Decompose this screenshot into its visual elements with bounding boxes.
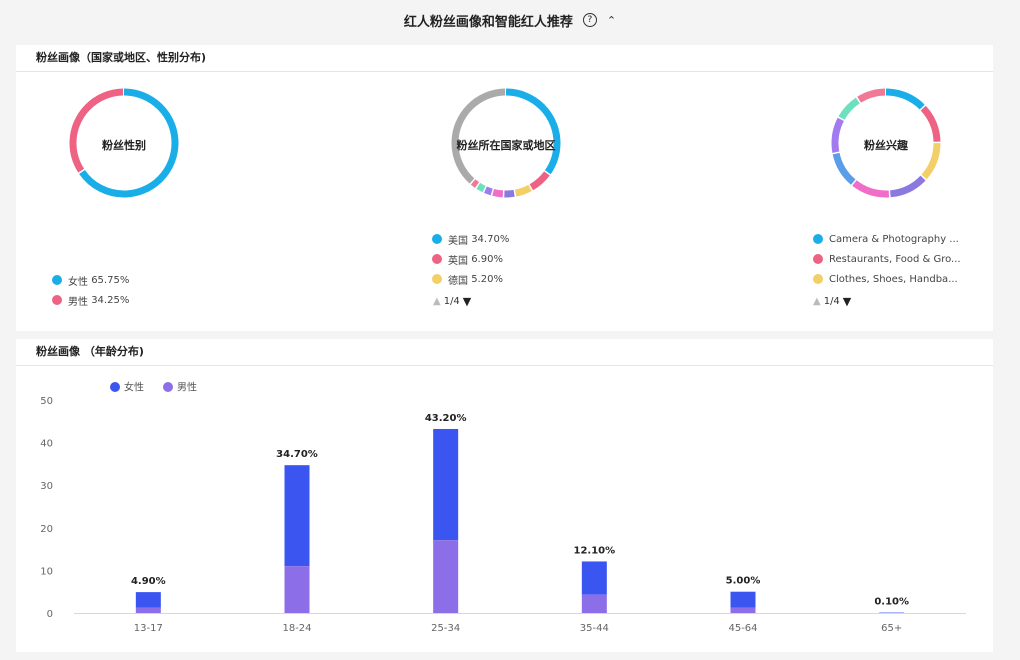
legend-value: 5.20% bbox=[471, 273, 503, 285]
legend-item: 英国 6.90% bbox=[432, 249, 509, 269]
geo-gender-panel: 粉丝画像（国家或地区、性别分布) 粉丝性别 女性 65.75% 男性 34.25… bbox=[16, 45, 993, 331]
legend-label: 男性 bbox=[177, 381, 197, 394]
legend-dot bbox=[432, 274, 442, 284]
legend-value: 34.70% bbox=[471, 233, 510, 245]
legend-item: 男性 34.25% bbox=[52, 290, 129, 310]
legend-dot bbox=[813, 234, 823, 244]
legend-dot bbox=[813, 254, 823, 264]
bar-male[interactable] bbox=[730, 607, 756, 613]
interest-donut-label: 粉丝兴趣 bbox=[864, 139, 908, 152]
country-donut-label: 粉丝所在国家或地区 bbox=[456, 139, 556, 152]
legend-label: 女性 bbox=[124, 381, 144, 394]
country-donut: 粉丝所在国家或地区 bbox=[448, 85, 564, 201]
pager-page: 1/4 bbox=[823, 296, 840, 307]
legend-dot bbox=[52, 295, 62, 305]
bar-total-label: 34.70% bbox=[276, 449, 318, 460]
legend-dot bbox=[813, 274, 823, 284]
bar-total-label: 5.00% bbox=[726, 576, 761, 587]
gender-donut: 粉丝性别 bbox=[66, 85, 182, 201]
legend-label: 美国 bbox=[448, 235, 468, 247]
interest-donut: 粉丝兴趣 bbox=[828, 85, 944, 201]
legend-item: 女性 65.75% bbox=[52, 270, 129, 290]
section-header: 红人粉丝画像和智能红人推荐 ? ⌃ bbox=[0, 0, 1020, 40]
bar-female[interactable] bbox=[581, 561, 607, 595]
legend-item: Restaurants, Food & Gro... bbox=[813, 249, 963, 269]
y-tick-label: 30 bbox=[40, 481, 53, 492]
interest-legend: Camera & Photography ... Restaurants, Fo… bbox=[813, 229, 963, 289]
x-tick-label: 18-24 bbox=[282, 623, 311, 634]
pager-next-icon[interactable]: ▼ bbox=[843, 295, 851, 308]
y-tick-label: 50 bbox=[40, 396, 53, 407]
y-tick-label: 10 bbox=[40, 566, 53, 577]
age-bar-chart: 女性 男性 0 10 20 30 40 50 4.90% 13-17 34.70% 18-24 43.2… bbox=[40, 381, 966, 634]
country-legend: 美国 34.70% 英国 6.90% 德国 5.20% bbox=[432, 229, 509, 289]
bar-total-label: 12.10% bbox=[574, 545, 616, 556]
bar-total-label: 0.10% bbox=[874, 597, 909, 608]
legend-item: 美国 34.70% bbox=[432, 229, 509, 249]
bar-female[interactable] bbox=[433, 428, 459, 541]
bar-female[interactable] bbox=[135, 592, 161, 608]
legend-item: Clothes, Shoes, Handba... bbox=[813, 269, 963, 289]
legend-item: Camera & Photography ... bbox=[813, 229, 963, 249]
legend-item: 德国 5.20% bbox=[432, 269, 509, 289]
legend-dot bbox=[52, 275, 62, 285]
y-tick-label: 20 bbox=[40, 524, 53, 535]
age-panel: 粉丝画像 （年龄分布) 女性 男性 0 10 20 30 40 50 4.90% 13-17 34.… bbox=[16, 339, 993, 652]
legend-label: Camera & Photography ... bbox=[829, 233, 959, 245]
chevron-up-icon[interactable]: ⌃ bbox=[607, 14, 616, 27]
x-tick-label: 35-44 bbox=[580, 623, 609, 634]
pager-page: 1/4 bbox=[443, 296, 460, 307]
bar-male[interactable] bbox=[433, 540, 459, 613]
pager-next-icon[interactable]: ▼ bbox=[463, 295, 471, 308]
legend-label: 男性 bbox=[68, 296, 88, 308]
section-title: 红人粉丝画像和智能红人推荐 bbox=[403, 14, 573, 30]
interest-pager: ▲ 1/4 ▼ bbox=[813, 295, 851, 308]
bar-female[interactable] bbox=[284, 465, 310, 567]
pager-prev-icon[interactable]: ▲ bbox=[813, 296, 821, 307]
bar-female[interactable] bbox=[730, 591, 756, 608]
help-icon[interactable]: ? bbox=[582, 13, 597, 27]
legend-label: 德国 bbox=[448, 275, 468, 287]
legend-label: 女性 bbox=[68, 276, 88, 288]
legend-dot bbox=[163, 382, 173, 392]
country-pager: ▲ 1/4 ▼ bbox=[433, 295, 471, 308]
legend-value: 65.75% bbox=[91, 274, 130, 286]
x-tick-label: 25-34 bbox=[431, 623, 460, 634]
bar-male[interactable] bbox=[135, 607, 161, 613]
gender-legend: 女性 65.75% 男性 34.25% bbox=[52, 270, 129, 310]
legend-label: 英国 bbox=[448, 255, 468, 267]
bar-male[interactable] bbox=[284, 566, 310, 613]
legend-label: Clothes, Shoes, Handba... bbox=[829, 273, 958, 285]
legend-label: Restaurants, Food & Gro... bbox=[829, 253, 961, 265]
bar-male[interactable] bbox=[581, 594, 607, 613]
y-tick-label: 0 bbox=[47, 609, 53, 620]
bar-total-label: 43.20% bbox=[425, 413, 467, 424]
panel-title: 粉丝画像（国家或地区、性别分布) bbox=[16, 45, 993, 72]
x-tick-label: 45-64 bbox=[728, 623, 757, 634]
legend-dot bbox=[432, 254, 442, 264]
x-tick-label: 13-17 bbox=[134, 623, 163, 634]
legend-dot bbox=[110, 382, 120, 392]
y-tick-label: 40 bbox=[40, 439, 53, 450]
legend-value: 6.90% bbox=[471, 253, 503, 265]
x-tick-label: 65+ bbox=[881, 623, 902, 634]
legend-dot bbox=[432, 234, 442, 244]
pager-prev-icon[interactable]: ▲ bbox=[433, 296, 441, 307]
bar-total-label: 4.90% bbox=[131, 576, 166, 587]
gender-donut-label: 粉丝性别 bbox=[102, 139, 146, 152]
legend-value: 34.25% bbox=[91, 294, 130, 306]
